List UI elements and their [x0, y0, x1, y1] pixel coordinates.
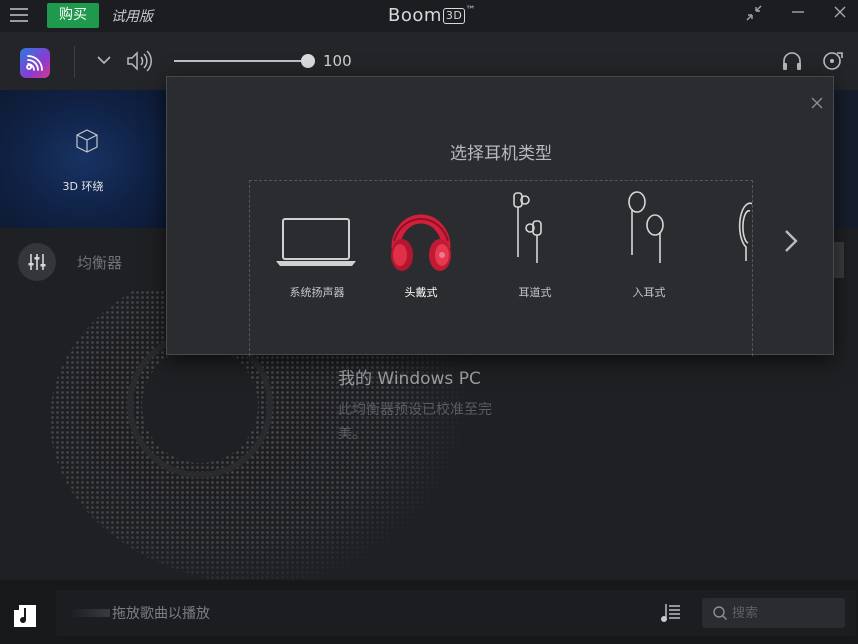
title-bar: 购买 试用版 Boom 3D ™	[0, 0, 858, 32]
chevron-right-icon[interactable]	[781, 227, 801, 255]
search-icon	[713, 606, 727, 620]
toolbar-divider	[74, 46, 75, 78]
headphone-options: 系统扬声器 头戴式 耳道式 入耳式	[249, 180, 753, 356]
headphones-icon[interactable]	[781, 50, 803, 72]
volume-slider-track[interactable]	[174, 60, 308, 62]
trademark: ™	[465, 5, 476, 16]
hamburger-menu-icon[interactable]	[10, 8, 28, 22]
trial-label: 试用版	[111, 9, 153, 25]
dialog-title: 选择耳机类型	[450, 144, 552, 164]
over-ear-headphones-icon	[391, 214, 451, 271]
album-art-icon[interactable]	[13, 604, 37, 628]
effect-3d-surround[interactable]: 3D 环绕	[0, 90, 166, 228]
cube-icon	[76, 129, 98, 153]
bottom-bar: 拖放歌曲以播放	[0, 580, 858, 644]
minimize-button[interactable]	[786, 4, 810, 26]
equalizer-icon[interactable]	[18, 243, 56, 281]
effect-label: 3D 环绕	[62, 180, 104, 193]
collapse-arrows-icon	[746, 5, 762, 21]
power-settings-icon[interactable]	[821, 50, 845, 72]
volume-value: 100	[323, 52, 352, 70]
minimize-icon	[792, 11, 804, 13]
option-over-ear[interactable]: 头戴式	[364, 181, 478, 356]
chevron-down-icon[interactable]	[96, 52, 112, 68]
option-system-speakers[interactable]: 系统扬声器	[260, 181, 374, 356]
app-name: Boom	[388, 5, 442, 26]
search-input[interactable]	[732, 602, 837, 624]
search-box[interactable]	[702, 598, 845, 628]
volume-slider-handle[interactable]	[301, 54, 315, 68]
compact-mode-button[interactable]	[742, 4, 766, 26]
drop-fade	[70, 609, 110, 617]
option-label: 入耳式	[632, 286, 666, 299]
buy-button[interactable]: 购买	[47, 3, 99, 28]
earbuds-icon	[628, 191, 664, 263]
close-icon	[834, 6, 846, 18]
boom-logo-icon[interactable]	[20, 48, 50, 78]
preset-title: 我的 Windows PC	[338, 369, 481, 389]
boom3d-window: 购买 试用版 Boom 3D ™ 100 3D 环绕 均衡器 我的 Window…	[0, 0, 858, 644]
option-earbuds[interactable]: 入耳式	[592, 181, 706, 356]
playlist-icon[interactable]	[660, 602, 682, 624]
dialog-close-icon[interactable]	[809, 95, 825, 111]
option-label: 系统扬声器	[289, 286, 345, 299]
option-label: 耳道式	[518, 286, 552, 299]
drop-zone-label: 拖放歌曲以播放	[112, 606, 210, 622]
option-in-ear-canal[interactable]: 耳道式	[478, 181, 592, 356]
option-label: 头戴式	[404, 286, 438, 299]
app-title: Boom 3D ™	[388, 5, 476, 26]
equalizer-label[interactable]: 均衡器	[77, 252, 122, 273]
laptop-icon	[276, 218, 356, 266]
preset-description: 此均衡器预设已校准至完美。	[338, 402, 492, 442]
ear-hook-icon	[738, 202, 752, 261]
headphone-type-dialog: 选择耳机类型 系统扬声器 头戴式 耳道式 入耳式	[166, 76, 834, 356]
speaker-volume-icon[interactable]	[126, 50, 154, 72]
app-badge: 3D	[442, 8, 466, 24]
in-ear-canal-icon	[513, 192, 542, 263]
option-partial-next[interactable]	[706, 181, 752, 356]
equalizer-scrollbar[interactable]	[834, 242, 844, 278]
close-button[interactable]	[828, 4, 852, 26]
